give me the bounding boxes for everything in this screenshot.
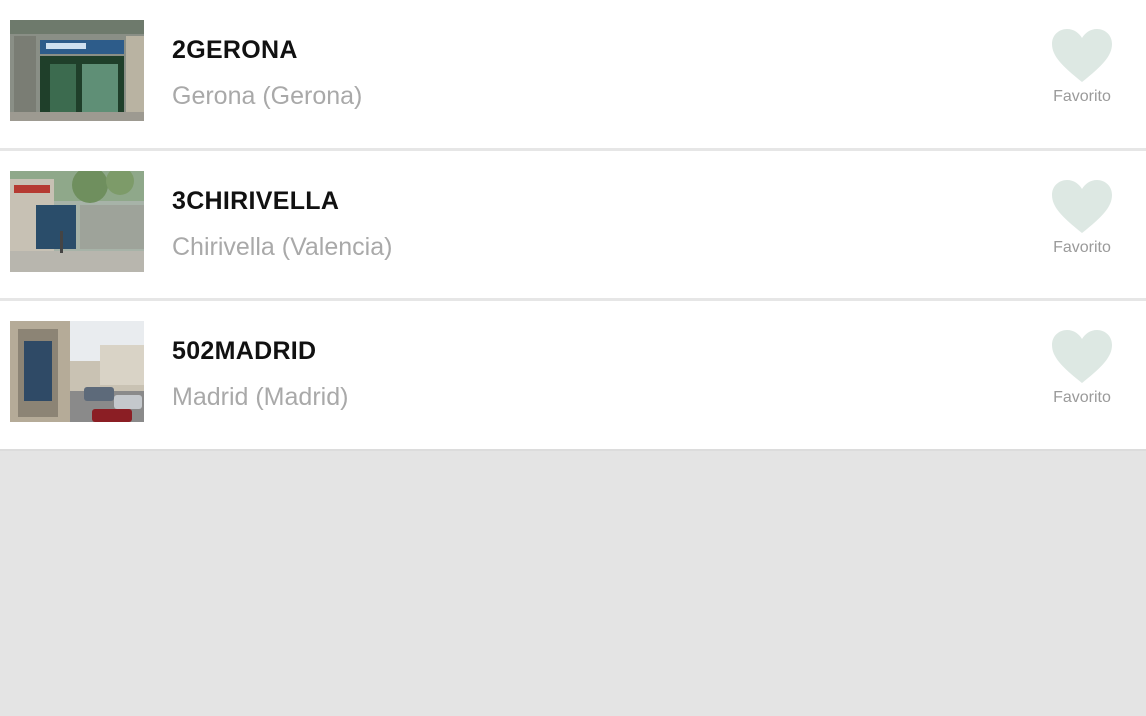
store-thumbnail [10,171,144,272]
store-list-item[interactable]: 3CHIRIVELLA Chirivella (Valencia) Favori… [0,151,1146,301]
heart-icon [1052,330,1112,383]
store-name: 2GERONA [172,36,298,64]
heart-icon [1052,180,1112,233]
favorite-label: Favorito [1053,88,1111,105]
store-location: Madrid (Madrid) [172,383,349,411]
store-thumbnail [10,20,144,121]
store-thumbnail [10,321,144,422]
favorite-button[interactable]: Favorito [1044,329,1120,407]
favorite-label: Favorito [1053,389,1111,406]
store-name: 3CHIRIVELLA [172,187,340,215]
store-location: Chirivella (Valencia) [172,233,393,261]
store-list: 2GERONA Gerona (Gerona) Favorito 3CHIRIV… [0,0,1146,451]
heart-icon [1052,29,1112,82]
favorite-button[interactable]: Favorito [1044,179,1120,257]
favorite-label: Favorito [1053,239,1111,256]
store-name: 502MADRID [172,337,317,365]
favorite-button[interactable]: Favorito [1044,28,1120,106]
store-location: Gerona (Gerona) [172,82,363,110]
store-list-item[interactable]: 502MADRID Madrid (Madrid) Favorito [0,301,1146,451]
store-list-item[interactable]: 2GERONA Gerona (Gerona) Favorito [0,0,1146,151]
